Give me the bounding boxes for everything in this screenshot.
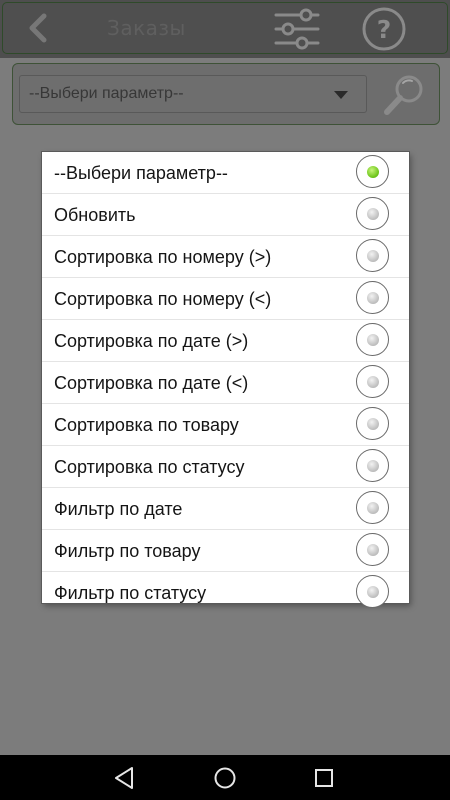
- option-item[interactable]: Фильтр по дате: [42, 488, 409, 530]
- option-item[interactable]: --Выбери параметр--: [42, 152, 409, 194]
- radio-dot-icon: [366, 249, 379, 262]
- radio-button[interactable]: [356, 239, 389, 272]
- filter-settings-button[interactable]: [272, 4, 322, 54]
- parameter-select[interactable]: --Выбери параметр--: [19, 75, 367, 113]
- chevron-left-icon: [29, 13, 47, 43]
- option-item[interactable]: Фильтр по товару: [42, 530, 409, 572]
- system-navigation-bar: [0, 755, 450, 800]
- radio-button[interactable]: [356, 575, 389, 608]
- nav-home-icon: [214, 767, 236, 789]
- radio-button[interactable]: [356, 323, 389, 356]
- radio-button[interactable]: [356, 491, 389, 524]
- nav-back-button[interactable]: [110, 764, 140, 792]
- option-item[interactable]: Сортировка по товару: [42, 404, 409, 446]
- radio-button[interactable]: [356, 281, 389, 314]
- radio-dot-icon: [366, 543, 379, 556]
- app-toolbar: Заказы ?: [0, 0, 450, 58]
- back-button[interactable]: [18, 8, 58, 48]
- option-label: Сортировка по товару: [54, 415, 239, 435]
- radio-dot-icon: [366, 501, 379, 514]
- option-label: Сортировка по дате (<): [54, 373, 249, 393]
- nav-recents-button[interactable]: [309, 764, 339, 792]
- option-label: Обновить: [54, 205, 136, 225]
- radio-dot-icon: [366, 207, 379, 220]
- radio-button[interactable]: [356, 365, 389, 398]
- option-item[interactable]: Сортировка по дате (>): [42, 320, 409, 362]
- radio-dot-icon: [366, 291, 379, 304]
- option-item[interactable]: Сортировка по статусу: [42, 446, 409, 488]
- radio-dot-icon: [366, 165, 379, 178]
- option-label: Сортировка по дате (>): [54, 331, 249, 351]
- nav-home-button[interactable]: [210, 764, 240, 792]
- radio-button[interactable]: [356, 533, 389, 566]
- option-item[interactable]: Фильтр по статусу: [42, 572, 409, 613]
- search-button[interactable]: [379, 68, 431, 120]
- option-label: Фильтр по дате: [54, 499, 183, 519]
- radio-dot-icon: [366, 585, 379, 598]
- radio-dot-icon: [366, 459, 379, 472]
- magnifier-icon: [384, 75, 423, 115]
- page-title: Заказы: [107, 16, 186, 40]
- radio-button[interactable]: [356, 407, 389, 440]
- parameter-search-bar: --Выбери параметр--: [12, 63, 440, 125]
- option-label: --Выбери параметр--: [54, 163, 228, 183]
- question-circle-icon: ?: [362, 7, 406, 51]
- nav-recents-icon: [315, 769, 333, 787]
- radio-button-selected[interactable]: [356, 155, 389, 188]
- radio-dot-icon: [366, 417, 379, 430]
- parameter-choice-dialog: --Выбери параметр-- Обновить Сортировка …: [42, 152, 409, 608]
- help-button[interactable]: ?: [361, 6, 407, 52]
- option-item[interactable]: Сортировка по номеру (>): [42, 236, 409, 278]
- option-item[interactable]: Сортировка по дате (<): [42, 362, 409, 404]
- option-label: Сортировка по статусу: [54, 457, 245, 477]
- option-label: Сортировка по номеру (<): [54, 289, 272, 309]
- radio-dot-icon: [366, 333, 379, 346]
- radio-button[interactable]: [356, 449, 389, 482]
- parameter-select-value: --Выбери параметр--: [29, 85, 184, 102]
- option-label: Фильтр по товару: [54, 541, 201, 561]
- option-label: Фильтр по статусу: [54, 583, 207, 603]
- option-item[interactable]: Обновить: [42, 194, 409, 236]
- radio-dot-icon: [366, 375, 379, 388]
- help-glyph: ?: [377, 15, 392, 44]
- radio-button[interactable]: [356, 197, 389, 230]
- sliders-icon: [274, 8, 320, 50]
- option-label: Сортировка по номеру (>): [54, 247, 272, 267]
- caret-down-icon: [334, 91, 348, 99]
- nav-back-icon: [115, 767, 133, 789]
- option-item[interactable]: Сортировка по номеру (<): [42, 278, 409, 320]
